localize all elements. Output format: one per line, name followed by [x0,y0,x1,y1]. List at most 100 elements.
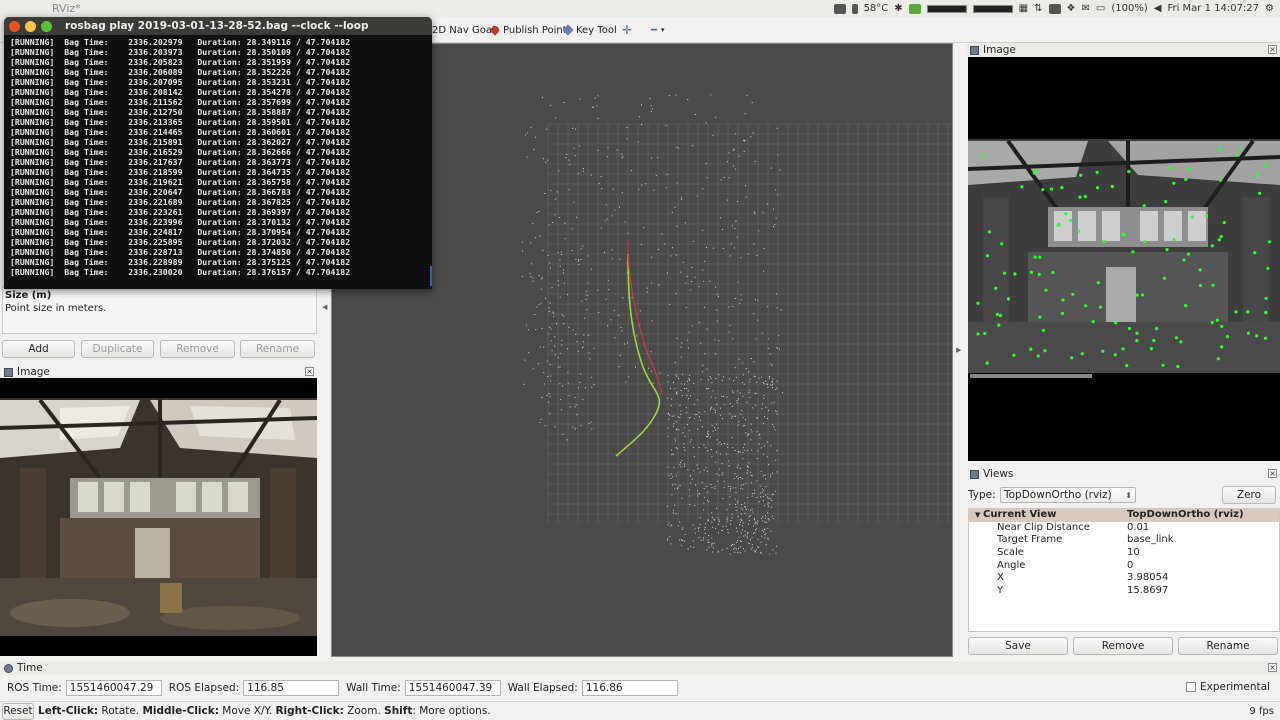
zero-button[interactable]: Zero [1222,486,1276,504]
description-title: Size (m) [5,290,52,301]
view-type-label: Type: [968,489,996,501]
ros-time-field[interactable]: 1551460047.29 [65,680,162,696]
save-view-button[interactable]: Save [968,637,1068,655]
map-pin-icon [489,24,501,36]
status-hint: Left-Click: Rotate. Middle-Click: Move X… [38,705,491,717]
close-icon[interactable]: × [1268,45,1277,54]
terminal-line: [RUNNING] Bag Time: 2336.211562 Duration… [10,97,351,107]
settings-gear-icon[interactable]: ⚙ [1265,3,1274,14]
chevron-down-icon: ▾ [661,26,665,34]
image-panel-title: Image [17,366,50,378]
terminal-line: [RUNNING] Bag Time: 2336.203973 Duration… [10,47,351,57]
terminal-scrollbar[interactable] [430,266,432,286]
terminal-title: rosbag play 2019-03-01-13-28-52.bag --cl… [65,20,369,32]
remove-view-button[interactable]: Remove [1073,637,1173,655]
property-value[interactable]: 10 [1127,547,1279,560]
collapse-left-arrow-icon[interactable]: ◀ [322,303,327,311]
hint-right-click: Right-Click: [275,705,344,717]
add-tool-button[interactable]: ✛ [622,22,632,38]
bluetooth-icon[interactable]: ✱ [894,3,902,14]
wall-time-label: Wall Time: [346,682,401,694]
rename-view-button[interactable]: Rename [1178,637,1278,655]
close-icon[interactable]: × [1268,663,1277,672]
property-value[interactable]: 0.01 [1127,522,1279,535]
experimental-checkbox[interactable] [1185,682,1196,692]
terminal-line: [RUNNING] Bag Time: 2336.230020 Duration… [10,267,351,277]
remove-display-button[interactable]: Remove [160,340,235,358]
nav-goal-tool[interactable]: 2D Nav Goal [432,22,495,38]
minimize-window-icon[interactable] [25,20,36,32]
property-row-target-frame[interactable]: Target Frame base_link [969,534,1279,547]
terminal-line: [RUNNING] Bag Time: 2336.223996 Duration… [10,217,351,227]
expand-triangle-icon[interactable]: ▼ [975,511,980,519]
close-icon[interactable]: × [1268,469,1277,478]
maximize-window-icon[interactable] [41,20,52,32]
experimental-toggle[interactable]: Experimental [1185,681,1270,693]
publish-point-tool[interactable]: Publish Point [489,22,567,38]
terminal-line: [RUNNING] Bag Time: 2336.218599 Duration… [10,167,351,177]
terminal-line: [RUNNING] Bag Time: 2336.205823 Duration… [10,57,351,67]
property-row-near-clip[interactable]: Near Clip Distance 0.01 [969,522,1279,535]
close-icon[interactable]: × [305,367,314,376]
battery-icon[interactable]: ▭ [1096,3,1105,14]
property-value[interactable]: 3.98054 [1127,572,1279,585]
pycharm-icon[interactable] [1048,3,1061,14]
wall-elapsed-field[interactable]: 116.86 [581,680,678,696]
camera-icon[interactable] [833,3,846,14]
collapse-right-arrow-icon[interactable]: ▶ [956,346,961,354]
property-value[interactable]: 15.8697 [1127,585,1279,598]
mail-icon[interactable]: ✉ [1081,3,1089,14]
volume-icon[interactable]: ◀ [1154,3,1162,14]
close-window-icon[interactable] [9,20,20,32]
cpu-meter [926,4,967,13]
overlay-caption [970,374,1092,378]
property-value[interactable]: base_link [1127,534,1279,547]
duplicate-button[interactable]: Duplicate [81,340,154,358]
property-row-angle[interactable]: Angle 0 [969,560,1279,573]
camera-image-view [0,378,317,656]
network-icon[interactable]: ⇅ [1034,3,1042,14]
property-key: Angle [997,559,1026,571]
system-tray: 58°C ✱ ▦ ⇅ ❖ ✉ ▭ (100%) ◀ Fri Mar 1 14:0… [833,0,1274,17]
hint-middle-click: Middle-Click: [142,705,219,717]
crosshair-icon: ✛ [622,23,633,37]
current-view-label: Current View [983,509,1057,520]
terminal-titlebar[interactable]: rosbag play 2019-03-01-13-28-52.bag --cl… [4,17,432,35]
reset-button[interactable]: Reset [2,702,34,720]
terminal-line: [RUNNING] Bag Time: 2336.220647 Duration… [10,187,351,197]
remove-tool-button[interactable]: ━ ▾ [651,22,665,38]
property-row-y[interactable]: Y 15.8697 [969,585,1279,598]
nvidia-icon[interactable] [908,3,921,14]
ros-elapsed-field[interactable]: 116.85 [243,680,340,696]
wall-time-field[interactable]: 1551460047.39 [404,680,501,696]
property-value[interactable]: 0 [1127,560,1279,573]
clock[interactable]: Fri Mar 1 14:07:27 [1167,3,1259,14]
ros-time-label: ROS Time: [7,682,62,694]
terminal-line: [RUNNING] Bag Time: 2336.206089 Duration… [10,67,351,77]
view-type-select[interactable]: TopDownOrtho (rviz) [1000,487,1136,503]
minus-icon: ━ [651,24,658,36]
add-button[interactable]: Add [2,340,75,358]
keyboard-icon[interactable]: ▦ [1019,3,1028,14]
image-panel-icon [970,45,979,55]
status-bar: Reset Left-Click: Rotate. Middle-Click: … [0,701,1280,720]
rename-display-button[interactable]: Rename [240,340,315,358]
property-key: X [997,572,1004,584]
nav-goal-label: 2D Nav Goal [432,24,495,36]
terminal-line: [RUNNING] Bag Time: 2336.219621 Duration… [10,177,351,187]
terminal-line: [RUNNING] Bag Time: 2336.228713 Duration… [10,247,351,257]
terminal-line: [RUNNING] Bag Time: 2336.207095 Duration… [10,77,351,87]
property-row-scale[interactable]: Scale 10 [969,547,1279,560]
dropbox-icon[interactable]: ❖ [1067,3,1076,14]
key-tool[interactable]: Key Tool [562,22,617,38]
terminal-line: [RUNNING] Bag Time: 2336.224817 Duration… [10,227,351,237]
hint-shift: Shift [384,705,413,717]
terminal-window[interactable]: rosbag play 2019-03-01-13-28-52.bag --cl… [4,17,432,289]
ros-elapsed-label: ROS Elapsed: [168,682,240,694]
property-row-x[interactable]: X 3.98054 [969,572,1279,585]
view-type-value: TopDownOrtho (rviz) [1004,489,1112,501]
hint-middle-action: Move X/Y. [218,705,276,717]
battery-label: (100%) [1111,3,1148,14]
current-view-row[interactable]: ▼ Current View TopDownOrtho (rviz) [969,509,1279,522]
terminal-output[interactable]: [RUNNING] Bag Time: 2336.202979 Duration… [4,35,432,289]
